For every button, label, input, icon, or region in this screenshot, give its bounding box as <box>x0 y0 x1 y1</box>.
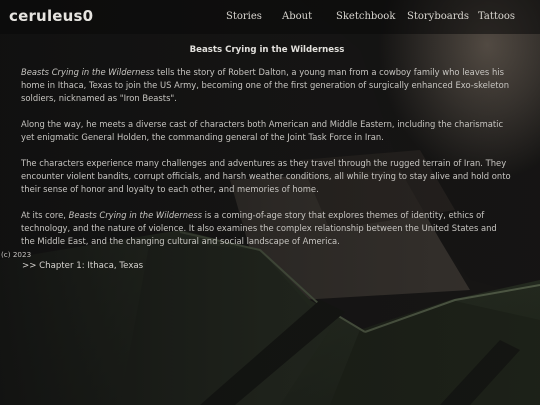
nav-link-stories[interactable]: Stories <box>226 11 262 22</box>
paragraph-characters: Along the way, he meets a diverse cast o… <box>21 119 504 142</box>
copyright-notice: (c) 2023 <box>1 250 32 259</box>
paragraph-intro: Beasts Crying in the Wilderness tells th… <box>21 66 513 105</box>
nav-link-sketchbook[interactable]: Sketchbook <box>336 11 395 22</box>
chapter-1-link[interactable]: >> Chapter 1: Ithaca, Texas <box>22 261 143 271</box>
story-title-emphasis: Beasts Crying in the Wilderness <box>21 67 155 77</box>
paragraph-themes-lead: At its core, <box>21 210 69 220</box>
story-description: Beasts Crying in the Wilderness Beasts C… <box>21 44 513 261</box>
nav-link-storyboards[interactable]: Storyboards <box>407 11 469 22</box>
story-title-emphasis: Beasts Crying in the Wilderness <box>68 210 202 220</box>
nav-link-about[interactable]: About <box>282 11 312 22</box>
paragraph-adventures: The characters experience many challenge… <box>21 158 511 194</box>
page-title: Beasts Crying in the Wilderness <box>189 45 345 55</box>
site-logo[interactable]: ceruleus0 <box>9 7 93 25</box>
paragraph-themes: At its core, Beasts Crying in the Wilder… <box>21 209 513 248</box>
nav-link-tattoos[interactable]: Tattoos <box>478 11 515 22</box>
top-navigation-bar: ceruleus0 Stories About Sketchbook Story… <box>0 0 540 34</box>
